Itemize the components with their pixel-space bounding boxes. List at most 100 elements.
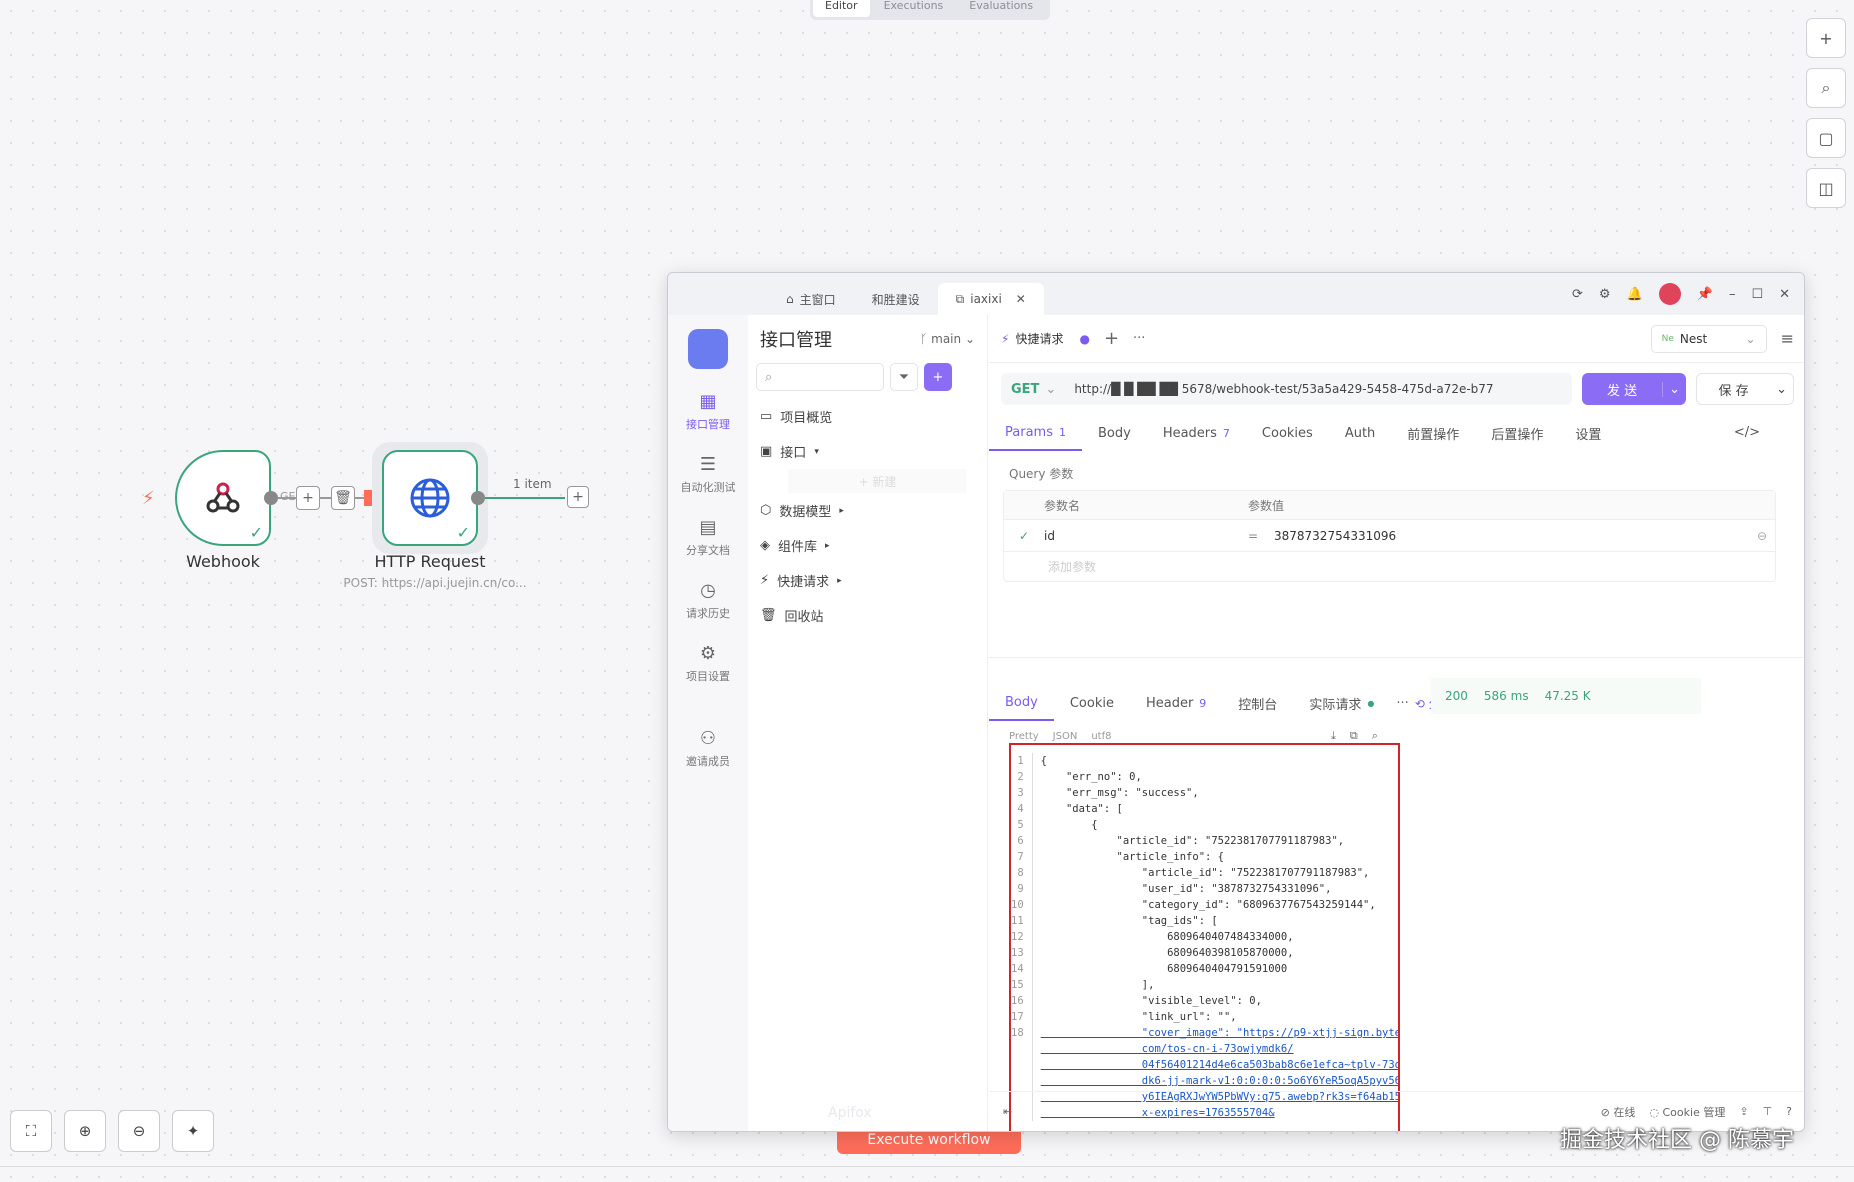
tab-response-header[interactable]: Header 9	[1130, 685, 1222, 721]
env-selector[interactable]: Ne Nest ⌄	[1650, 324, 1767, 353]
trash-icon: 🗑	[760, 608, 777, 623]
pin-icon[interactable]: 📌	[1697, 287, 1713, 302]
url-bar: GET ⌄ http://█ █ ██ ██ 5678/webhook-test…	[1001, 373, 1572, 405]
branch-selector[interactable]: ᚴ main ⌄	[920, 332, 975, 346]
request-tab[interactable]: ⚡ 快捷请求 ●	[1001, 330, 1090, 347]
col-value-header: 参数值	[1248, 498, 1285, 513]
collapse-icon[interactable]: ⇤	[1003, 1105, 1012, 1118]
line-number: 17	[1011, 1011, 1024, 1023]
refresh-icon[interactable]: ⟳	[1572, 287, 1583, 302]
search-icon[interactable]: ⌕	[1372, 729, 1378, 743]
tab-auth[interactable]: Auth	[1329, 415, 1391, 451]
format-encoding[interactable]: utf8	[1091, 731, 1111, 742]
tab-headers[interactable]: Headers 7	[1147, 415, 1246, 451]
filter-button[interactable]: ⏷	[890, 363, 918, 391]
bell-icon[interactable]: 🔔	[1627, 287, 1643, 302]
add-button[interactable]: +	[924, 363, 952, 391]
code-line: "category_id": "6809637767543259144",	[1040, 899, 1376, 911]
output-handle[interactable]	[471, 491, 485, 505]
search-button[interactable]: ⌕	[1806, 68, 1846, 108]
param-value[interactable]: 3878732754331096	[1274, 529, 1757, 543]
format-pretty[interactable]: Pretty	[1009, 731, 1039, 742]
bottom-divider	[0, 1166, 1854, 1167]
sidebar-search-input[interactable]: ⌕	[756, 363, 884, 391]
add-node-button[interactable]: +	[1806, 18, 1846, 58]
upload-icon[interactable]: ⇪	[1739, 1105, 1748, 1118]
response-body-viewer[interactable]: 1 2 3 4 5 6 7 8 9 10 11 12 13 14 15 16 17 18{ "err_no": 0…	[1009, 743, 1400, 1131]
save-button[interactable]: 保 存 ⌄	[1696, 373, 1794, 405]
tab-cookies[interactable]: Cookies	[1246, 415, 1329, 451]
output-handle[interactable]	[264, 491, 278, 505]
tab-settings[interactable]: 设置	[1559, 415, 1617, 451]
settings-icon[interactable]: ⚙	[1599, 287, 1611, 302]
send-button[interactable]: 发 送 ⌄	[1582, 373, 1686, 405]
http-request-node[interactable]: ✓	[382, 450, 478, 546]
sidebar-item-trash[interactable]: 🗑 回收站	[748, 598, 987, 633]
sidebar-item-models[interactable]: ⬡ 数据模型 ▸	[748, 493, 987, 528]
rail-item-docs[interactable]: ▤ 分享文档	[686, 517, 730, 558]
help-icon[interactable]: ?	[1786, 1105, 1792, 1118]
sidebar-item-components[interactable]: ◈ 组件库 ▸	[748, 528, 987, 563]
tab-executions[interactable]: Executions	[872, 0, 956, 17]
new-item-button[interactable]: + 新建	[788, 469, 967, 493]
tab-icon: ⧉	[955, 291, 965, 306]
sidebar-item-quick[interactable]: ⚡ 快捷请求 ▸	[748, 563, 987, 598]
close-window-icon[interactable]: ✕	[1779, 287, 1790, 302]
download-icon[interactable]: ⤓	[1331, 729, 1336, 743]
add-next-node-button[interactable]: +	[567, 486, 589, 508]
code-icon[interactable]: </>	[1734, 425, 1760, 440]
avatar[interactable]	[1658, 283, 1681, 305]
menu-icon[interactable]: ≡	[1781, 329, 1794, 348]
zoom-out-button[interactable]: ⊖	[118, 1110, 160, 1152]
copy-icon[interactable]: ⧉	[1350, 729, 1358, 743]
param-name[interactable]: id	[1044, 529, 1248, 543]
panel-toggle-button[interactable]: ◫	[1806, 168, 1846, 208]
rail-item-api[interactable]: ▦ 接口管理	[686, 391, 730, 432]
splitter[interactable]	[989, 657, 1804, 658]
add-param-input[interactable]: 添加参数	[1004, 551, 1775, 581]
tab-actual-request[interactable]: 实际请求 ●	[1293, 685, 1390, 721]
more-icon[interactable]: ···	[1133, 331, 1145, 346]
title-tab-active[interactable]: ⧉ iaxixi ✕	[937, 283, 1044, 315]
sidebar-item-api[interactable]: ▣ 接口 ▾	[748, 434, 987, 469]
shirt-icon[interactable]: ⊤	[1763, 1105, 1773, 1118]
tab-pre-actions[interactable]: 前置操作	[1391, 415, 1475, 451]
zoom-in-button[interactable]: ⊕	[64, 1110, 106, 1152]
webhook-node[interactable]: ✓	[175, 450, 271, 546]
new-tab-button[interactable]: +	[1104, 328, 1119, 349]
close-icon[interactable]: ✕	[1016, 292, 1026, 306]
tidy-up-button[interactable]: ✦	[172, 1110, 214, 1152]
delete-connection-button[interactable]: 🗑	[331, 486, 355, 510]
tab-editor[interactable]: Editor	[813, 0, 870, 17]
rail-item-settings[interactable]: ⚙ 项目设置	[686, 643, 730, 684]
title-tab-project[interactable]: 和胜建设	[854, 283, 938, 315]
tab-post-actions[interactable]: 后置操作	[1475, 415, 1559, 451]
tab-response-cookie[interactable]: Cookie	[1054, 685, 1130, 721]
tab-response-body[interactable]: Body	[989, 685, 1054, 721]
more-icon[interactable]: ···	[1390, 696, 1414, 711]
tab-body[interactable]: Body	[1082, 415, 1147, 451]
rail-item-autotest[interactable]: ☰ 自动化测试	[681, 454, 736, 495]
tab-evaluations[interactable]: Evaluations	[957, 0, 1045, 17]
cookie-manager[interactable]: ◌ Cookie 管理	[1649, 1104, 1725, 1120]
tab-console[interactable]: 控制台	[1222, 685, 1293, 721]
project-logo[interactable]	[688, 329, 728, 369]
fit-view-button[interactable]: ⛶	[10, 1110, 52, 1152]
remove-icon[interactable]: ⊖	[1757, 529, 1775, 543]
maximize-icon[interactable]: ☐	[1751, 287, 1763, 302]
title-tab-home[interactable]: ⌂ 主窗口	[768, 283, 854, 315]
minimize-icon[interactable]: –	[1729, 287, 1736, 302]
rail-item-history[interactable]: ◷ 请求历史	[686, 580, 730, 621]
enabled-check-icon[interactable]: ✓	[1004, 529, 1044, 543]
sidebar-item-overview[interactable]: ▭ 项目概览	[748, 399, 987, 434]
online-status[interactable]: ⊘ 在线	[1601, 1104, 1636, 1120]
add-between-button[interactable]: +	[296, 486, 320, 510]
code-line: "user_id": "3878732754331096",	[1040, 883, 1332, 895]
sticky-note-button[interactable]: ▢	[1806, 118, 1846, 158]
caret-icon: ▸	[825, 540, 830, 551]
tab-params[interactable]: Params 1	[989, 415, 1082, 451]
method-select[interactable]: GET	[1011, 382, 1039, 397]
rail-item-invite[interactable]: ⚇ 邀请成员	[686, 728, 730, 769]
url-input[interactable]: http://█ █ ██ ██ 5678/webhook-test/53a5a…	[1074, 382, 1493, 396]
format-json[interactable]: JSON	[1053, 731, 1078, 742]
